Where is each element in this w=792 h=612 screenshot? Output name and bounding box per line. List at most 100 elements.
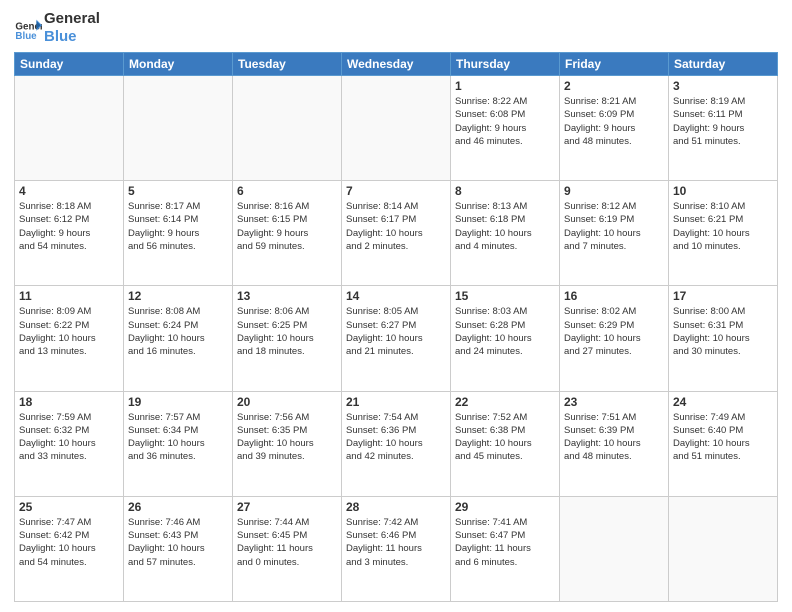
day-info: Sunrise: 7:56 AM Sunset: 6:35 PM Dayligh… bbox=[237, 411, 337, 464]
day-info: Sunrise: 8:18 AM Sunset: 6:12 PM Dayligh… bbox=[19, 200, 119, 253]
table-cell: 19 Sunrise: 7:57 AM Sunset: 6:34 PM Dayli… bbox=[124, 391, 233, 496]
day-info: Sunrise: 8:10 AM Sunset: 6:21 PM Dayligh… bbox=[673, 200, 773, 253]
day-number: 16 bbox=[564, 289, 664, 303]
day-info: Sunrise: 7:54 AM Sunset: 6:36 PM Dayligh… bbox=[346, 411, 446, 464]
table-cell: 24Sunrise: 7:49 AM Sunset: 6:40 PM Dayli… bbox=[669, 391, 778, 496]
col-wednesday: Wednesday bbox=[342, 53, 451, 76]
day-info: Sunrise: 7:41 AM Sunset: 6:47 PM Dayligh… bbox=[455, 516, 555, 569]
day-info: Sunrise: 8:17 AM Sunset: 6:14 PM Dayligh… bbox=[128, 200, 228, 253]
col-friday: Friday bbox=[560, 53, 669, 76]
table-cell: 21 Sunrise: 7:54 AM Sunset: 6:36 PM Dayli… bbox=[342, 391, 451, 496]
day-number: 5 bbox=[128, 184, 228, 198]
table-cell: 27 Sunrise: 7:44 AM Sunset: 6:45 PM Dayli… bbox=[233, 496, 342, 601]
col-tuesday: Tuesday bbox=[233, 53, 342, 76]
table-cell: 22Sunrise: 7:52 AM Sunset: 6:38 PM Dayli… bbox=[451, 391, 560, 496]
table-cell: 28 Sunrise: 7:42 AM Sunset: 6:46 PM Dayli… bbox=[342, 496, 451, 601]
table-cell: 5 Sunrise: 8:17 AM Sunset: 6:14 PM Daylig… bbox=[124, 181, 233, 286]
table-cell: 10 Sunrise: 8:10 AM Sunset: 6:21 PM Dayli… bbox=[669, 181, 778, 286]
table-cell: 26 Sunrise: 7:46 AM Sunset: 6:43 PM Dayli… bbox=[124, 496, 233, 601]
table-cell: 16Sunrise: 8:02 AM Sunset: 6:29 PM Dayli… bbox=[560, 286, 669, 391]
day-info: Sunrise: 8:00 AM Sunset: 6:31 PM Dayligh… bbox=[673, 305, 773, 358]
day-number: 4 bbox=[19, 184, 119, 198]
table-cell: 3 Sunrise: 8:19 AM Sunset: 6:11 PM Daylig… bbox=[669, 76, 778, 181]
day-number: 29 bbox=[455, 500, 555, 514]
logo-icon: General Blue bbox=[14, 14, 42, 42]
day-number: 27 bbox=[237, 500, 337, 514]
table-cell bbox=[15, 76, 124, 181]
table-cell: 17 Sunrise: 8:00 AM Sunset: 6:31 PM Dayli… bbox=[669, 286, 778, 391]
day-info: Sunrise: 7:46 AM Sunset: 6:43 PM Dayligh… bbox=[128, 516, 228, 569]
day-number: 9 bbox=[564, 184, 664, 198]
day-info: Sunrise: 8:08 AM Sunset: 6:24 PM Dayligh… bbox=[128, 305, 228, 358]
table-cell: 11 Sunrise: 8:09 AM Sunset: 6:22 PM Dayli… bbox=[15, 286, 124, 391]
day-info: Sunrise: 7:59 AM Sunset: 6:32 PM Dayligh… bbox=[19, 411, 119, 464]
day-number: 18 bbox=[19, 395, 119, 409]
table-cell: 25 Sunrise: 7:47 AM Sunset: 6:42 PM Dayli… bbox=[15, 496, 124, 601]
day-number: 28 bbox=[346, 500, 446, 514]
calendar-week-row: 1 Sunrise: 8:22 AM Sunset: 6:08 PM Daylig… bbox=[15, 76, 778, 181]
header: General Blue General Blue bbox=[14, 10, 778, 46]
table-cell: 12Sunrise: 8:08 AM Sunset: 6:24 PM Dayli… bbox=[124, 286, 233, 391]
col-monday: Monday bbox=[124, 53, 233, 76]
day-number: 7 bbox=[346, 184, 446, 198]
table-cell: 1 Sunrise: 8:22 AM Sunset: 6:08 PM Daylig… bbox=[451, 76, 560, 181]
table-cell: 13 Sunrise: 8:06 AM Sunset: 6:25 PM Dayli… bbox=[233, 286, 342, 391]
table-cell bbox=[669, 496, 778, 601]
day-info: Sunrise: 7:49 AM Sunset: 6:40 PM Dayligh… bbox=[673, 411, 773, 464]
day-number: 2 bbox=[564, 79, 664, 93]
day-number: 25 bbox=[19, 500, 119, 514]
logo-text-general: General bbox=[44, 10, 100, 28]
day-info: Sunrise: 8:09 AM Sunset: 6:22 PM Dayligh… bbox=[19, 305, 119, 358]
day-number: 1 bbox=[455, 79, 555, 93]
table-cell: 7Sunrise: 8:14 AM Sunset: 6:17 PM Daylig… bbox=[342, 181, 451, 286]
day-info: Sunrise: 8:13 AM Sunset: 6:18 PM Dayligh… bbox=[455, 200, 555, 253]
calendar-week-row: 4 Sunrise: 8:18 AM Sunset: 6:12 PM Daylig… bbox=[15, 181, 778, 286]
calendar-week-row: 25 Sunrise: 7:47 AM Sunset: 6:42 PM Dayli… bbox=[15, 496, 778, 601]
day-number: 14 bbox=[346, 289, 446, 303]
day-number: 17 bbox=[673, 289, 773, 303]
col-thursday: Thursday bbox=[451, 53, 560, 76]
calendar-header-row: Sunday Monday Tuesday Wednesday Thursday… bbox=[15, 53, 778, 76]
day-number: 6 bbox=[237, 184, 337, 198]
table-cell bbox=[342, 76, 451, 181]
day-number: 23 bbox=[564, 395, 664, 409]
day-number: 15 bbox=[455, 289, 555, 303]
table-cell: 14 Sunrise: 8:05 AM Sunset: 6:27 PM Dayli… bbox=[342, 286, 451, 391]
day-info: Sunrise: 8:19 AM Sunset: 6:11 PM Dayligh… bbox=[673, 95, 773, 148]
table-cell: 18 Sunrise: 7:59 AM Sunset: 6:32 PM Dayli… bbox=[15, 391, 124, 496]
day-info: Sunrise: 8:05 AM Sunset: 6:27 PM Dayligh… bbox=[346, 305, 446, 358]
day-info: Sunrise: 8:03 AM Sunset: 6:28 PM Dayligh… bbox=[455, 305, 555, 358]
day-info: Sunrise: 8:22 AM Sunset: 6:08 PM Dayligh… bbox=[455, 95, 555, 148]
calendar-body: 1 Sunrise: 8:22 AM Sunset: 6:08 PM Daylig… bbox=[15, 76, 778, 602]
day-number: 21 bbox=[346, 395, 446, 409]
table-cell bbox=[124, 76, 233, 181]
day-info: Sunrise: 7:42 AM Sunset: 6:46 PM Dayligh… bbox=[346, 516, 446, 569]
table-cell: 20Sunrise: 7:56 AM Sunset: 6:35 PM Dayli… bbox=[233, 391, 342, 496]
table-cell: 23 Sunrise: 7:51 AM Sunset: 6:39 PM Dayli… bbox=[560, 391, 669, 496]
table-cell: 8 Sunrise: 8:13 AM Sunset: 6:18 PM Daylig… bbox=[451, 181, 560, 286]
day-number: 26 bbox=[128, 500, 228, 514]
day-info: Sunrise: 8:06 AM Sunset: 6:25 PM Dayligh… bbox=[237, 305, 337, 358]
day-number: 22 bbox=[455, 395, 555, 409]
day-info: Sunrise: 7:47 AM Sunset: 6:42 PM Dayligh… bbox=[19, 516, 119, 569]
page: General Blue General Blue Sunday Monday … bbox=[0, 0, 792, 612]
table-cell: 29 Sunrise: 7:41 AM Sunset: 6:47 PM Dayli… bbox=[451, 496, 560, 601]
day-number: 10 bbox=[673, 184, 773, 198]
day-number: 19 bbox=[128, 395, 228, 409]
day-number: 11 bbox=[19, 289, 119, 303]
day-number: 3 bbox=[673, 79, 773, 93]
day-info: Sunrise: 7:51 AM Sunset: 6:39 PM Dayligh… bbox=[564, 411, 664, 464]
day-info: Sunrise: 8:12 AM Sunset: 6:19 PM Dayligh… bbox=[564, 200, 664, 253]
table-cell bbox=[233, 76, 342, 181]
logo: General Blue General Blue bbox=[14, 10, 100, 46]
day-number: 13 bbox=[237, 289, 337, 303]
day-number: 8 bbox=[455, 184, 555, 198]
day-info: Sunrise: 7:44 AM Sunset: 6:45 PM Dayligh… bbox=[237, 516, 337, 569]
table-cell: 6Sunrise: 8:16 AM Sunset: 6:15 PM Daylig… bbox=[233, 181, 342, 286]
table-cell: 4 Sunrise: 8:18 AM Sunset: 6:12 PM Daylig… bbox=[15, 181, 124, 286]
day-info: Sunrise: 8:21 AM Sunset: 6:09 PM Dayligh… bbox=[564, 95, 664, 148]
table-cell: 15 Sunrise: 8:03 AM Sunset: 6:28 PM Dayli… bbox=[451, 286, 560, 391]
table-cell bbox=[560, 496, 669, 601]
calendar-week-row: 18 Sunrise: 7:59 AM Sunset: 6:32 PM Dayli… bbox=[15, 391, 778, 496]
day-info: Sunrise: 7:57 AM Sunset: 6:34 PM Dayligh… bbox=[128, 411, 228, 464]
